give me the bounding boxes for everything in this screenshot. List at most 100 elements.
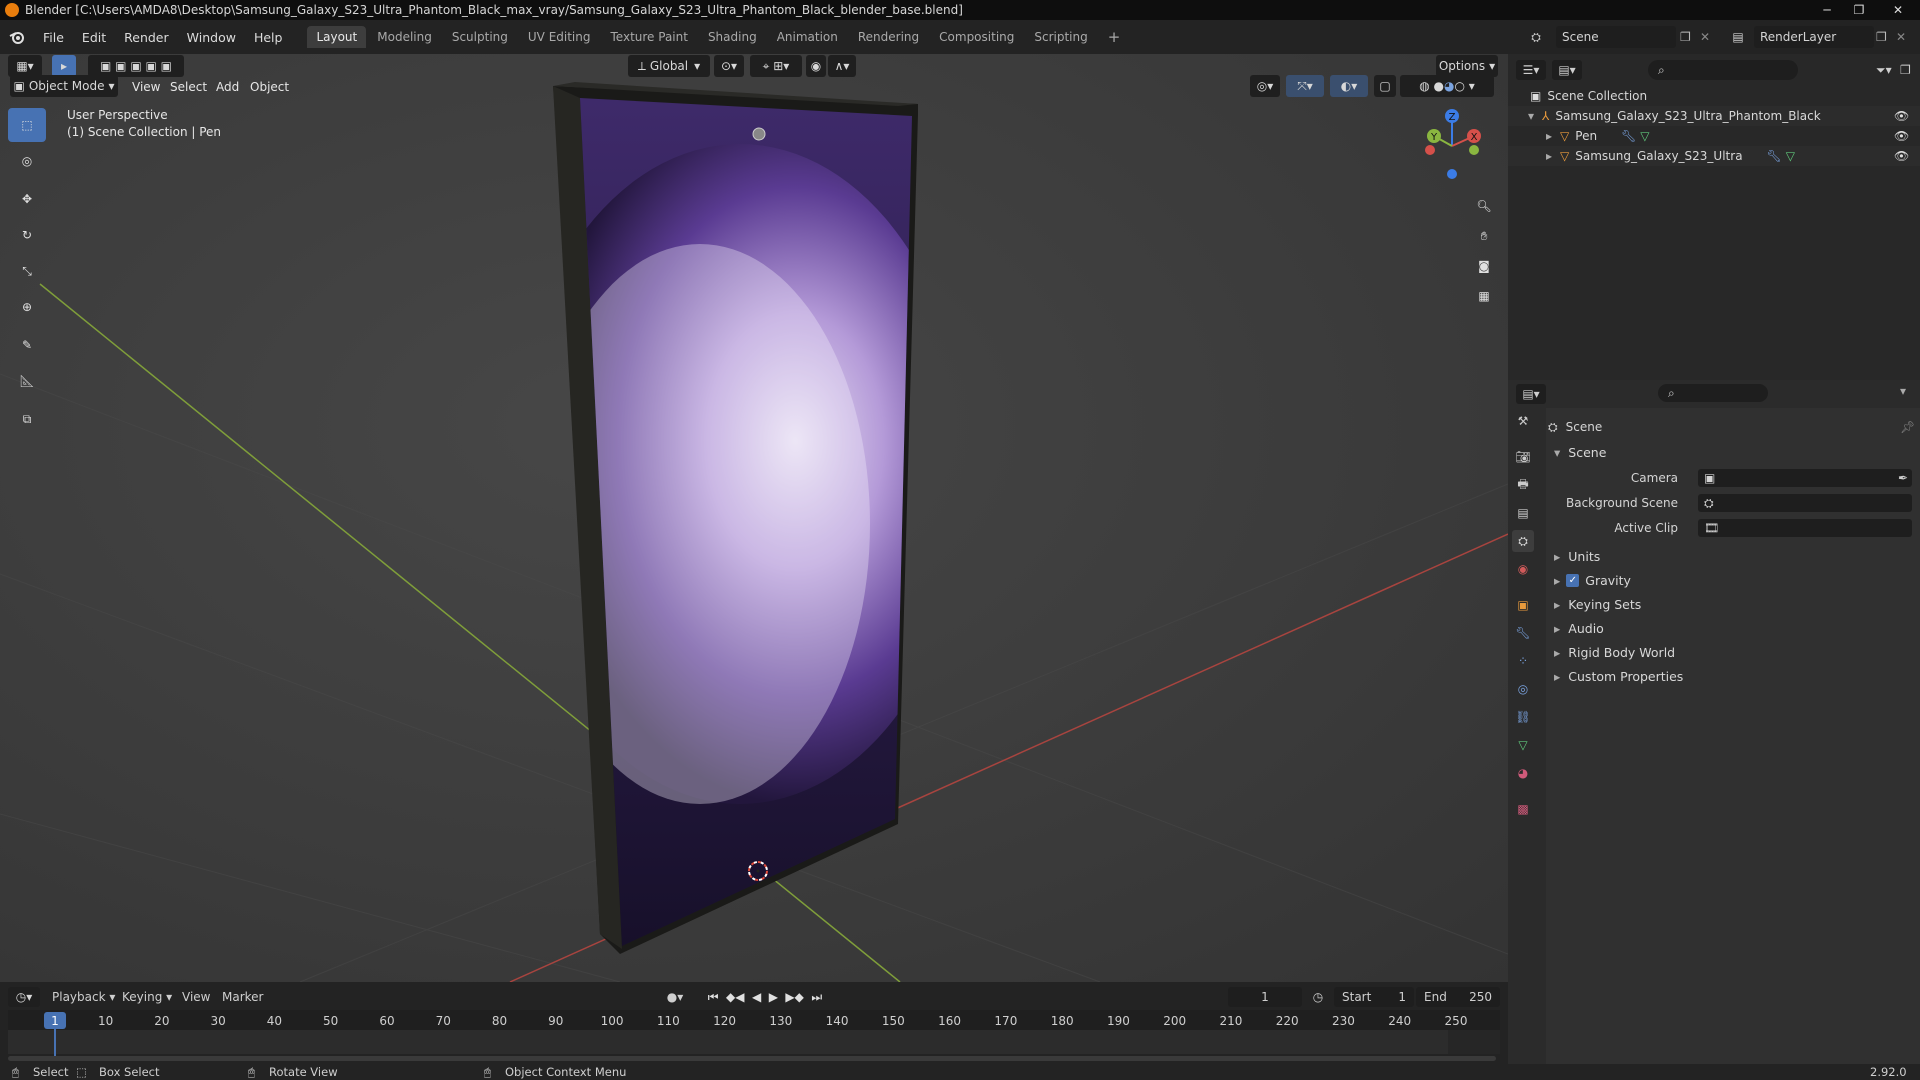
- new-collection-icon[interactable]: ❐: [1900, 60, 1918, 80]
- view-layer-tab-icon[interactable]: ▤: [1512, 502, 1534, 524]
- gizmo-toggle-icon[interactable]: ⤧▾: [1286, 75, 1324, 97]
- auto-keying-icon[interactable]: ●▾: [660, 988, 690, 1006]
- prev-keyframe-icon[interactable]: ◆◀: [726, 990, 744, 1004]
- transform-icon[interactable]: ⊕: [8, 290, 46, 324]
- minimize-icon[interactable]: ─: [1812, 0, 1842, 20]
- constraints-tab-icon[interactable]: ⛓: [1512, 706, 1534, 728]
- pin-icon[interactable]: 📌︎: [1900, 420, 1915, 434]
- vp-menu-add[interactable]: Add: [216, 80, 239, 94]
- annotate-icon[interactable]: ✎: [8, 328, 46, 362]
- rigid-body-world-panel-header[interactable]: ▸ Rigid Body World: [1554, 642, 1675, 662]
- vp-menu-object[interactable]: Object: [250, 80, 289, 94]
- blender-menu-icon[interactable]: [0, 30, 34, 44]
- custom-properties-panel-header[interactable]: ▸ Custom Properties: [1554, 666, 1683, 686]
- outliner-row-scene-collection[interactable]: ▣ Scene Collection: [1508, 86, 1920, 106]
- delete-scene-icon[interactable]: ✕: [1700, 26, 1718, 48]
- vp-menu-view[interactable]: View: [132, 80, 160, 94]
- add-workspace-button[interactable]: +: [1099, 24, 1130, 50]
- keying-sets-panel-header[interactable]: ▸ Keying Sets: [1554, 594, 1641, 614]
- tab-compositing[interactable]: Compositing: [930, 26, 1023, 48]
- visibility-eye-icon[interactable]: 👁︎: [1894, 129, 1909, 143]
- scene-panel-header[interactable]: ▾ Scene: [1554, 442, 1606, 462]
- timeline-menu-view[interactable]: View: [182, 990, 210, 1004]
- background-scene-field[interactable]: ⛭: [1698, 494, 1912, 512]
- camera-view-icon[interactable]: ◙: [1470, 252, 1498, 280]
- visibility-eye-icon[interactable]: 👁︎: [1894, 109, 1909, 123]
- outliner-row-pen[interactable]: ▸ ▽ Pen 🔧︎ ▽ 👁︎: [1508, 126, 1920, 146]
- new-layer-icon[interactable]: ❐: [1876, 26, 1896, 48]
- timeline-scrollbar[interactable]: [8, 1056, 1496, 1061]
- add-cube-icon[interactable]: ⧉: [8, 402, 46, 436]
- timeline-editor-icon[interactable]: ◷▾: [8, 987, 40, 1007]
- visibility-eye-icon[interactable]: 👁︎: [1894, 149, 1909, 163]
- gravity-panel-header[interactable]: ▸ ✓ Gravity: [1554, 570, 1631, 590]
- end-frame-field[interactable]: End 250: [1416, 987, 1500, 1007]
- outliner-search-input[interactable]: ⌕: [1648, 60, 1798, 80]
- scene-icon[interactable]: ⛭: [1524, 26, 1548, 48]
- gravity-checkbox[interactable]: ✓: [1566, 573, 1580, 587]
- tab-animation[interactable]: Animation: [768, 26, 847, 48]
- eyedropper-icon[interactable]: ✒: [1898, 471, 1908, 485]
- select-box-icon[interactable]: ⬚: [8, 108, 46, 142]
- material-tab-icon[interactable]: ◕: [1512, 762, 1534, 784]
- rotate-icon[interactable]: ↻: [8, 218, 46, 252]
- world-tab-icon[interactable]: ◉: [1512, 558, 1534, 580]
- data-tab-icon[interactable]: ▽: [1512, 734, 1534, 756]
- render-layer-icon[interactable]: ▤: [1726, 26, 1750, 48]
- snap-icon[interactable]: ⌖ ⊞▾: [750, 55, 802, 77]
- tab-shading[interactable]: Shading: [699, 26, 766, 48]
- object-tab-icon[interactable]: ▣: [1512, 594, 1534, 616]
- menu-help[interactable]: Help: [245, 30, 292, 45]
- measure-icon[interactable]: 📐︎: [8, 364, 46, 398]
- render-tab-icon[interactable]: 📷︎: [1512, 446, 1534, 468]
- maximize-icon[interactable]: ❐: [1844, 0, 1874, 20]
- menu-edit[interactable]: Edit: [73, 30, 115, 45]
- tab-modeling[interactable]: Modeling: [368, 26, 441, 48]
- mode-dropdown[interactable]: ▣ Object Mode ▾: [10, 75, 118, 97]
- delete-layer-icon[interactable]: ✕: [1896, 26, 1914, 48]
- perspective-toggle-icon[interactable]: ▦: [1470, 282, 1498, 310]
- navigation-gizmo[interactable]: Z X Y: [1412, 106, 1492, 186]
- zoom-icon[interactable]: 🔍︎: [1470, 192, 1498, 220]
- jump-start-icon[interactable]: ⏮: [708, 990, 719, 1005]
- jump-end-icon[interactable]: ⏭: [811, 990, 822, 1005]
- tab-rendering[interactable]: Rendering: [849, 26, 928, 48]
- active-clip-field[interactable]: 🎞︎: [1698, 519, 1912, 537]
- close-icon[interactable]: ✕: [1876, 0, 1920, 20]
- filter-icon[interactable]: ⏷▾: [1876, 60, 1900, 80]
- audio-panel-header[interactable]: ▸ Audio: [1554, 618, 1604, 638]
- vp-menu-select[interactable]: Select: [170, 80, 207, 94]
- display-mode-icon[interactable]: ▤▾: [1552, 60, 1582, 80]
- falloff-icon[interactable]: ∧▾: [828, 55, 856, 77]
- shading-mode-buttons[interactable]: ◍ ● ◕ ○ ▾: [1400, 75, 1494, 97]
- scene-tab-icon[interactable]: ⛭: [1512, 530, 1534, 552]
- timeline-menu-marker[interactable]: Marker: [222, 990, 263, 1004]
- pan-hand-icon[interactable]: ✋︎: [1470, 222, 1498, 250]
- units-panel-header[interactable]: ▸ Units: [1554, 546, 1600, 566]
- options-dropdown[interactable]: Options ▾: [1436, 55, 1498, 77]
- selection-mode-buttons[interactable]: ▣ ▣ ▣ ▣ ▣: [88, 55, 184, 77]
- tab-uv-editing[interactable]: UV Editing: [519, 26, 600, 48]
- menu-file[interactable]: File: [34, 30, 73, 45]
- visibility-filter-icon[interactable]: ◎▾: [1250, 75, 1280, 97]
- output-tab-icon[interactable]: 🖶︎: [1512, 474, 1534, 496]
- next-keyframe-icon[interactable]: ▶◆: [785, 990, 803, 1004]
- proportional-edit-icon[interactable]: ◉: [806, 55, 826, 77]
- menu-render[interactable]: Render: [115, 30, 178, 45]
- texture-tab-icon[interactable]: ▩: [1512, 798, 1534, 820]
- tab-layout[interactable]: Layout: [307, 26, 367, 48]
- outliner-editor-icon[interactable]: ☰▾: [1516, 60, 1546, 80]
- scene-selector[interactable]: Scene: [1556, 26, 1676, 48]
- pivot-point-icon[interactable]: ⊙▾: [714, 55, 744, 77]
- current-frame-field[interactable]: 1: [1228, 987, 1302, 1007]
- modifier-tab-icon[interactable]: 🔧︎: [1512, 622, 1534, 644]
- start-frame-field[interactable]: Start 1: [1334, 987, 1414, 1007]
- preview-range-icon[interactable]: ◷: [1308, 988, 1328, 1006]
- outliner-row-s23-ultra[interactable]: ▸ ▽ Samsung_Galaxy_S23_Ultra 🔧︎ ▽ 👁︎: [1508, 146, 1920, 166]
- scale-icon[interactable]: ⤡: [8, 254, 46, 288]
- play-reverse-icon[interactable]: ◀: [752, 990, 761, 1004]
- properties-options-icon[interactable]: ▾: [1900, 384, 1906, 398]
- transform-orientation-dropdown[interactable]: ⟂ Global ▾: [628, 55, 710, 77]
- timeline-menu-playback[interactable]: Playback ▾: [52, 990, 115, 1004]
- 3d-viewport[interactable]: ▦▾ ▸ ▣ ▣ ▣ ▣ ▣ ⟂ Global ▾ ⊙▾ ⌖ ⊞▾ ◉ ∧▾ Opt…: [0, 54, 1508, 982]
